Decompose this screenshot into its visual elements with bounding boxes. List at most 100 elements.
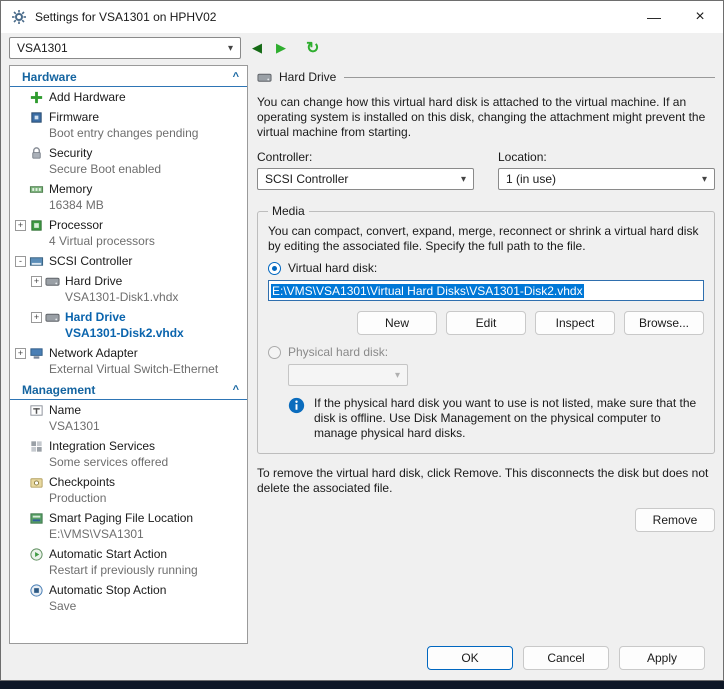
- sidebar-item-processor[interactable]: + Processor4 Virtual processors: [10, 215, 247, 251]
- sidebar-section-hardware[interactable]: Hardware ^: [10, 66, 247, 87]
- automatic-stop-icon: [29, 583, 44, 598]
- media-groupbox: Media You can compact, convert, expand, …: [257, 204, 715, 454]
- expander-icon: [15, 477, 26, 488]
- processor-icon: [29, 218, 44, 233]
- navigate-back-icon[interactable]: ◀: [249, 40, 265, 56]
- expander-icon: [15, 184, 26, 195]
- close-button[interactable]: ×: [677, 1, 723, 33]
- expander-icon: [15, 92, 26, 103]
- vm-selector-value: VSA1301: [17, 41, 68, 55]
- window-title: Settings for VSA1301 on HPHV02: [35, 10, 631, 24]
- inspect-button[interactable]: Inspect: [535, 311, 615, 335]
- sidebar-item-firmware[interactable]: FirmwareBoot entry changes pending: [10, 107, 247, 143]
- expander-icon: [15, 585, 26, 596]
- navigate-forward-icon[interactable]: ▶: [273, 40, 289, 56]
- refresh-icon[interactable]: ↻: [303, 38, 322, 58]
- sidebar-item-hard-drive-1[interactable]: + Hard DriveVSA1301-Disk1.vhdx: [10, 271, 247, 307]
- cancel-button[interactable]: Cancel: [523, 646, 609, 670]
- browse-button[interactable]: Browse...: [624, 311, 704, 335]
- sidebar-item-integration-services[interactable]: Integration ServicesSome services offere…: [10, 436, 247, 472]
- remove-description: To remove the virtual hard disk, click R…: [257, 466, 715, 496]
- sidebar-item-automatic-stop-action[interactable]: Automatic Stop ActionSave: [10, 580, 247, 616]
- virtual-disk-radio[interactable]: [268, 262, 281, 275]
- sidebar-item-scsi-controller[interactable]: - SCSI Controller: [10, 251, 247, 271]
- sidebar-item-name[interactable]: NameVSA1301: [10, 400, 247, 436]
- firmware-icon: [29, 110, 44, 125]
- vm-selector[interactable]: VSA1301 ▾: [9, 37, 241, 59]
- screen: Settings for VSA1301 on HPHV02 — × VSA13…: [0, 0, 724, 689]
- virtual-disk-radio-row: Virtual hard disk:: [268, 261, 704, 275]
- dialog-footer: OK Cancel Apply: [1, 644, 723, 680]
- controller-label: Controller:: [257, 150, 474, 164]
- name-icon: [29, 403, 44, 418]
- collapse-icon[interactable]: ^: [233, 71, 239, 83]
- expander-icon: [15, 513, 26, 524]
- physical-disk-radio[interactable]: [268, 346, 281, 359]
- collapse-icon[interactable]: ^: [233, 384, 239, 396]
- scsi-controller-icon: [29, 254, 44, 269]
- header-divider: [344, 77, 715, 78]
- controller-location-row: Controller: SCSI Controller ▾ Location: …: [257, 150, 715, 190]
- controller-select-value: SCSI Controller: [265, 172, 348, 186]
- sidebar-item-checkpoints[interactable]: CheckpointsProduction: [10, 472, 247, 508]
- automatic-start-icon: [29, 547, 44, 562]
- virtual-disk-radio-label: Virtual hard disk:: [288, 261, 377, 275]
- minimize-button[interactable]: —: [631, 1, 677, 33]
- sidebar-item-memory[interactable]: Memory16384 MB: [10, 179, 247, 215]
- remove-row: Remove: [257, 508, 715, 532]
- disk-actions-row: New Edit Inspect Browse...: [268, 311, 704, 335]
- hard-drive-settings-panel: Hard Drive You can change how this virtu…: [257, 65, 715, 644]
- new-button[interactable]: New: [357, 311, 437, 335]
- physical-disk-info: If the physical hard disk you want to us…: [288, 396, 704, 441]
- sidebar-item-network-adapter[interactable]: + Network AdapterExternal Virtual Switch…: [10, 343, 247, 379]
- title-bar: Settings for VSA1301 on HPHV02 — ×: [1, 1, 723, 33]
- chevron-down-icon: ▾: [702, 174, 707, 185]
- physical-disk-radio-row: Physical hard disk:: [268, 345, 704, 359]
- integration-services-icon: [29, 439, 44, 454]
- expander-plus-icon[interactable]: +: [31, 312, 42, 323]
- sidebar-item-security[interactable]: SecuritySecure Boot enabled: [10, 143, 247, 179]
- hard-drive-icon: [45, 310, 60, 325]
- expander-icon: [15, 112, 26, 123]
- controller-select[interactable]: SCSI Controller ▾: [257, 168, 474, 190]
- hard-drive-icon: [45, 274, 60, 289]
- physical-disk-select[interactable]: ▾: [288, 364, 408, 386]
- smart-paging-icon: [29, 511, 44, 526]
- expander-icon: [15, 405, 26, 416]
- edit-button[interactable]: Edit: [446, 311, 526, 335]
- intro-text: You can change how this virtual hard dis…: [257, 95, 715, 140]
- expander-plus-icon[interactable]: +: [15, 220, 26, 231]
- chevron-down-icon: ▾: [228, 43, 233, 54]
- virtual-disk-path-input[interactable]: E:\VMS\VSA1301\Virtual Hard Disks\VSA130…: [268, 280, 704, 301]
- location-select[interactable]: 1 (in use) ▾: [498, 168, 715, 190]
- hardware-header-label: Hardware: [22, 70, 77, 84]
- expander-plus-icon[interactable]: +: [31, 276, 42, 287]
- settings-window: Settings for VSA1301 on HPHV02 — × VSA13…: [0, 0, 724, 681]
- expander-icon: [15, 441, 26, 452]
- location-select-value: 1 (in use): [506, 172, 556, 186]
- toolbar: VSA1301 ▾ ◀ ▶ ↻: [1, 33, 723, 63]
- settings-tree: Hardware ^ Add Hardware FirmwareBoot ent…: [9, 65, 248, 644]
- physical-disk-info-text: If the physical hard disk you want to us…: [314, 396, 704, 441]
- sidebar-item-smart-paging-file-location[interactable]: Smart Paging File LocationE:\VMS\VSA1301: [10, 508, 247, 544]
- expander-plus-icon[interactable]: +: [15, 348, 26, 359]
- expander-minus-icon[interactable]: -: [15, 256, 26, 267]
- checkpoints-icon: [29, 475, 44, 490]
- info-icon: [288, 397, 305, 414]
- apply-button[interactable]: Apply: [619, 646, 705, 670]
- sidebar-item-automatic-start-action[interactable]: Automatic Start ActionRestart if previou…: [10, 544, 247, 580]
- expander-icon: [15, 549, 26, 560]
- network-adapter-icon: [29, 346, 44, 361]
- sidebar-item-hard-drive-2-selected[interactable]: + Hard DriveVSA1301-Disk2.vhdx: [10, 307, 247, 343]
- sidebar-section-management[interactable]: Management ^: [10, 379, 247, 400]
- sidebar-item-add-hardware[interactable]: Add Hardware: [10, 87, 247, 107]
- remove-button[interactable]: Remove: [635, 508, 715, 532]
- media-group-label: Media: [268, 204, 309, 218]
- chevron-down-icon: ▾: [395, 370, 400, 381]
- panel-header: Hard Drive: [257, 69, 715, 85]
- location-label: Location:: [498, 150, 715, 164]
- expander-icon: [15, 148, 26, 159]
- ok-button[interactable]: OK: [427, 646, 513, 670]
- physical-disk-radio-label: Physical hard disk:: [288, 345, 388, 359]
- panel-title: Hard Drive: [279, 70, 336, 84]
